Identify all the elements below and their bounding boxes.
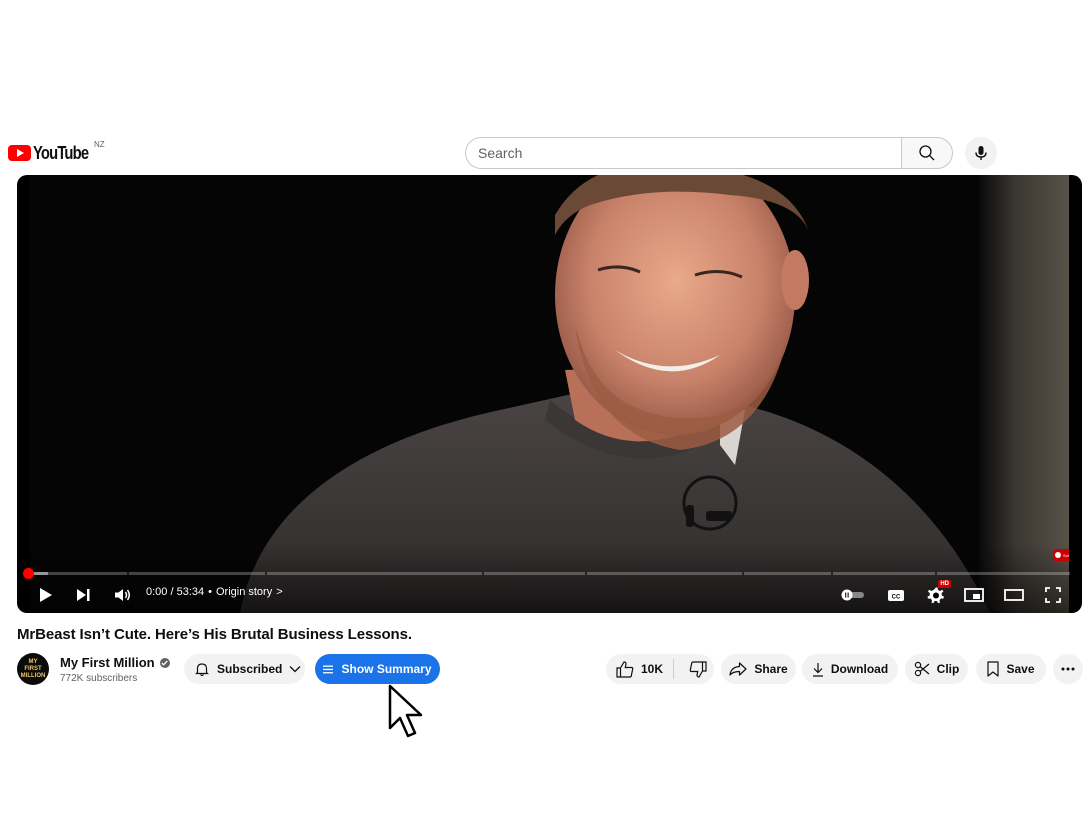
mic-icon: [975, 146, 987, 160]
chapter-marker: [831, 572, 833, 575]
avatar-text: MILLION: [20, 672, 46, 679]
avatar-text: FIRST: [24, 665, 42, 672]
chapter-marker: [482, 572, 484, 575]
settings-icon: [927, 587, 944, 604]
save-button[interactable]: Save: [976, 654, 1046, 684]
save-label: Save: [1006, 662, 1035, 676]
play-icon: [40, 588, 52, 602]
like-dislike-group: 10K: [606, 654, 714, 684]
volume-button[interactable]: [113, 583, 133, 607]
svg-text:CC: CC: [892, 594, 901, 600]
voice-search-button[interactable]: [965, 137, 997, 169]
thumbs-down-icon: [689, 660, 707, 678]
watermark-text: Subscribed: [1062, 552, 1069, 558]
show-summary-button[interactable]: Show Summary: [315, 654, 440, 684]
captions-button[interactable]: CC: [887, 583, 905, 607]
progress-bar[interactable]: [23, 568, 1070, 579]
like-count: 10K: [641, 662, 664, 676]
chapter-marker: [935, 572, 937, 575]
verified-icon: [159, 657, 170, 668]
play-button[interactable]: [37, 583, 55, 607]
share-button[interactable]: Share: [721, 654, 796, 684]
bookmark-icon: [987, 661, 1000, 677]
mouse-cursor-icon: [388, 684, 423, 738]
chevron-down-icon: [289, 666, 301, 673]
next-button[interactable]: [74, 583, 92, 607]
clip-label: Clip: [936, 662, 960, 676]
dislike-button[interactable]: [681, 654, 714, 684]
video-title: MrBeast Isn’t Cute. Here’s His Brutal Bu…: [17, 626, 412, 643]
time-readout: 0:00 / 53:34: [146, 586, 205, 598]
share-label: Share: [754, 662, 788, 676]
search-icon: [919, 145, 935, 161]
channel-name-text[interactable]: My First Million: [60, 655, 155, 670]
chapter-marker: [265, 572, 267, 575]
chapter-marker: [127, 572, 129, 575]
like-button[interactable]: 10K: [606, 654, 666, 684]
next-icon: [76, 589, 89, 601]
autoplay-toggle-icon: [841, 589, 864, 601]
scissors-icon: [914, 661, 930, 677]
miniplayer-icon: [964, 588, 984, 602]
video-frame[interactable]: Subscribed: [30, 175, 1069, 613]
subscribed-label: Subscribed: [217, 662, 283, 676]
fullscreen-button[interactable]: [1043, 583, 1063, 607]
channel-watermark-icon: [1055, 552, 1061, 558]
autoplay-toggle[interactable]: [840, 583, 866, 607]
search-bar: [465, 137, 953, 169]
theater-mode-button[interactable]: [1003, 583, 1025, 607]
youtube-logo[interactable]: YouTube NZ: [8, 140, 105, 163]
settings-button[interactable]: HD: [926, 580, 951, 607]
fullscreen-icon: [1045, 587, 1061, 603]
miniplayer-button[interactable]: [964, 583, 984, 607]
logo-wordmark: YouTube: [33, 142, 89, 163]
controls-gradient: [30, 543, 1069, 613]
subscribed-button[interactable]: Subscribed: [184, 654, 305, 684]
region-code: NZ: [94, 140, 105, 149]
thumbs-up-icon: [616, 660, 634, 678]
volume-icon: [115, 589, 130, 601]
search-input[interactable]: [465, 137, 901, 169]
chapter-marker: [742, 572, 744, 575]
chapter-title[interactable]: Origin story: [216, 586, 272, 598]
progress-scrubber[interactable]: [23, 568, 34, 579]
youtube-play-logo-icon: [8, 145, 31, 161]
subscribe-watermark[interactable]: Subscribed: [1053, 549, 1069, 561]
chapter-chevron-icon[interactable]: >: [276, 586, 282, 598]
theater-icon: [1004, 589, 1024, 601]
clip-button[interactable]: Clip: [905, 654, 968, 684]
more-actions-button[interactable]: [1053, 654, 1083, 684]
chapter-marker: [585, 572, 587, 575]
show-summary-label: Show Summary: [341, 662, 432, 676]
like-divider: [673, 659, 675, 679]
download-icon: [812, 662, 823, 677]
hd-badge: HD: [938, 580, 951, 588]
search-button[interactable]: [901, 137, 953, 169]
video-player[interactable]: Subscribed 0:00 / 53:34 • Origin story >…: [17, 175, 1082, 613]
download-button[interactable]: Download: [802, 654, 898, 684]
subscriber-count: 772K subscribers: [60, 673, 138, 684]
summary-list-icon: [323, 665, 334, 673]
chapter-separator: •: [208, 586, 212, 598]
share-icon: [729, 662, 747, 676]
channel-avatar[interactable]: MY FIRST MILLION: [17, 653, 49, 685]
time-display: 0:00 / 53:34 • Origin story >: [146, 586, 283, 598]
download-label: Download: [830, 662, 889, 676]
more-horizontal-icon: [1061, 667, 1075, 671]
avatar-text: MY: [28, 658, 38, 665]
captions-icon: CC: [888, 589, 904, 601]
channel-name[interactable]: My First Million: [60, 655, 170, 670]
bell-icon: [195, 663, 209, 677]
